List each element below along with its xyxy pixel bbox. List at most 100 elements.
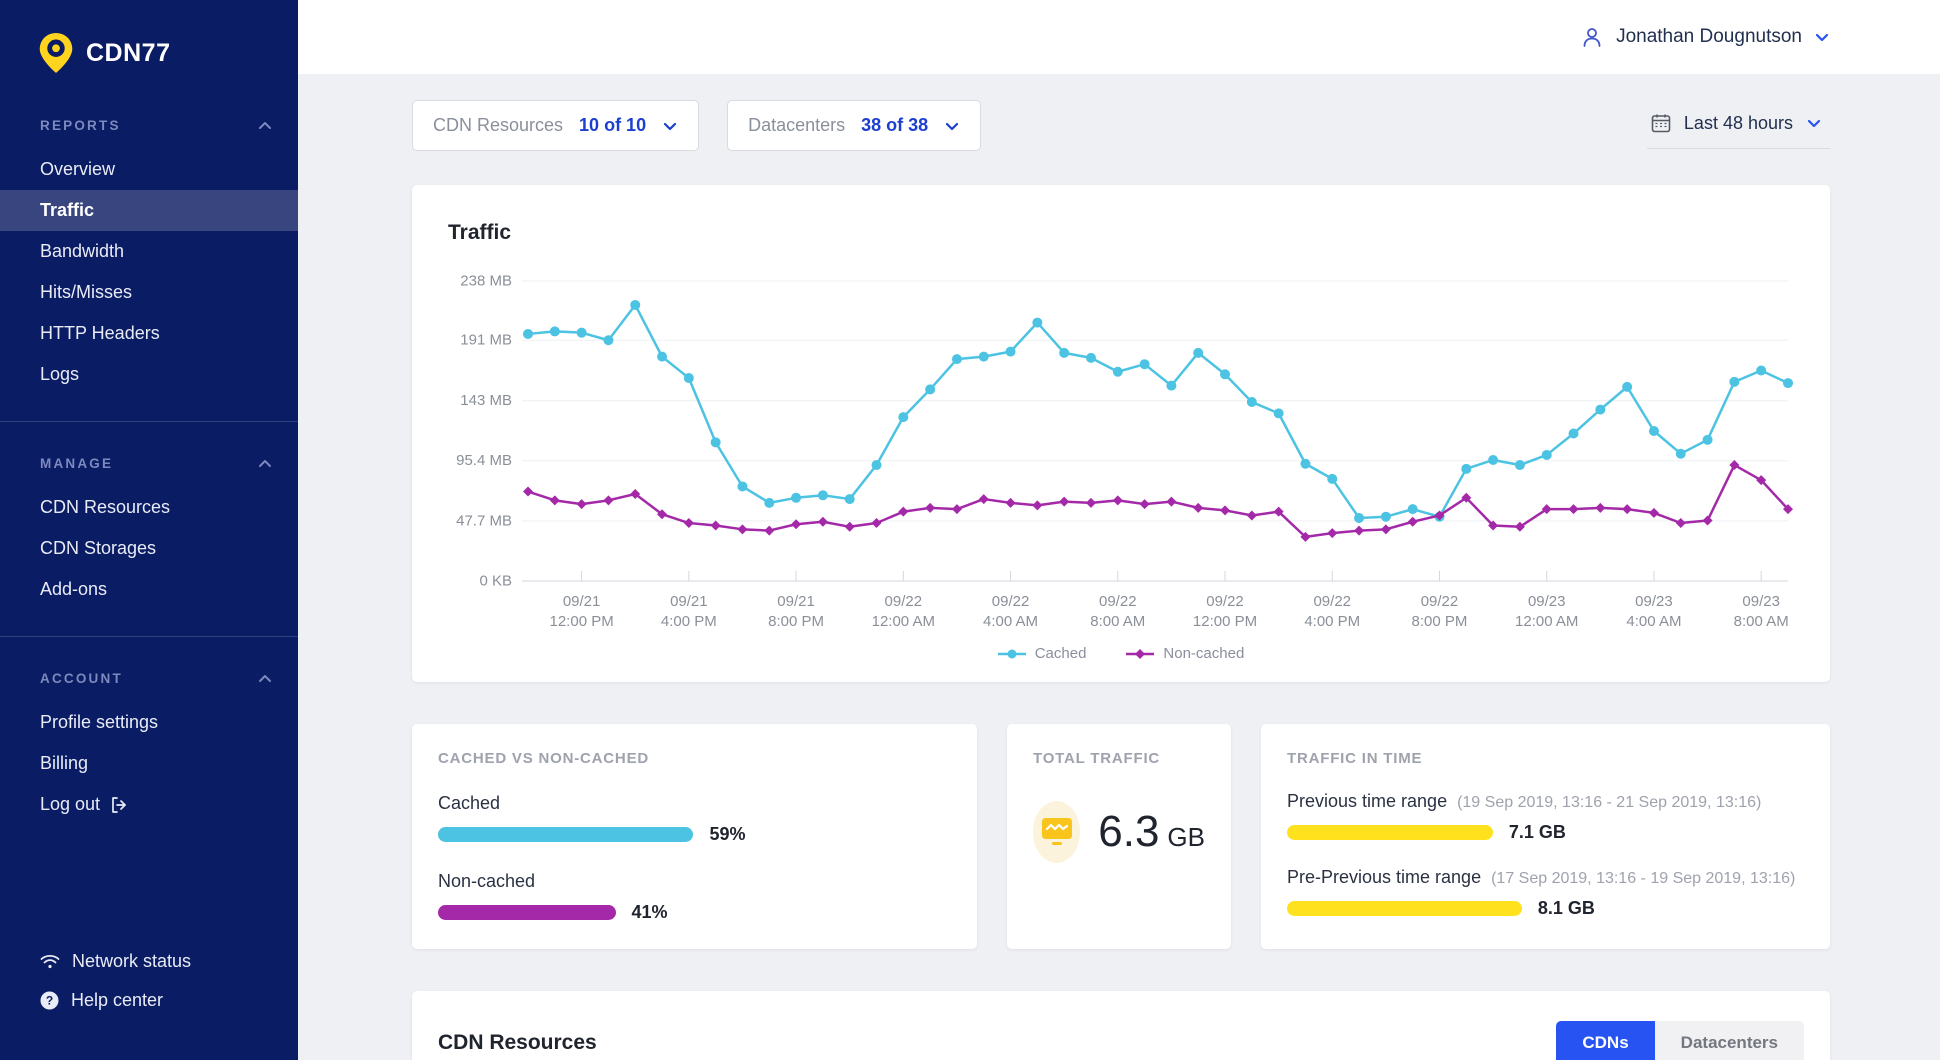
pre-previous-range-bar (1287, 901, 1522, 916)
cached-label: Cached (438, 793, 951, 814)
cached-bar (438, 827, 693, 842)
svg-text:09/22: 09/22 (885, 593, 923, 610)
legend-label: Cached (1035, 645, 1087, 662)
sidebar-item-label: Add-ons (40, 579, 107, 600)
traffic-chart[interactable]: 238 MB191 MB143 MB95.4 MB47.7 MB0 KB09/2… (448, 267, 1794, 639)
user-icon (1580, 25, 1604, 49)
total-traffic-unit: GB (1167, 822, 1205, 852)
sidebar-section-manage: MANAGE CDN Resources CDN Storages Add-on… (0, 456, 298, 637)
sidebar-item-label: Logs (40, 364, 79, 385)
sidebar-item-label: Billing (40, 753, 88, 774)
sidebar-item-log-out[interactable]: Log out (0, 784, 298, 825)
svg-text:143 MB: 143 MB (460, 392, 512, 409)
card-title: TOTAL TRAFFIC (1033, 750, 1205, 767)
legend-label: Non-cached (1163, 645, 1244, 662)
non-cached-series-swatch (1126, 648, 1154, 660)
svg-text:8:00 PM: 8:00 PM (768, 613, 824, 630)
top-header: Jonathan Dougnutson (298, 0, 1940, 74)
cdn-datacenter-toggle: CDNs Datacenters (1556, 1021, 1804, 1060)
sidebar-item-label: Log out (40, 794, 100, 815)
cdn-resources-card: CDN Resources CDNs Datacenters CDN LABEL… (412, 991, 1830, 1060)
legend-item-non-cached[interactable]: Non-cached (1126, 645, 1244, 662)
sidebar-item-label: CDN Resources (40, 497, 170, 518)
user-menu[interactable]: Jonathan Dougnutson (1580, 25, 1830, 49)
datacenters-toggle-button[interactable]: Datacenters (1655, 1021, 1804, 1060)
svg-text:09/22: 09/22 (1206, 593, 1244, 610)
svg-text:8:00 AM: 8:00 AM (1734, 613, 1789, 630)
section-label: REPORTS (40, 118, 121, 133)
cached-series-swatch (998, 649, 1026, 659)
svg-text:4:00 PM: 4:00 PM (1304, 613, 1360, 630)
previous-range-dates: (19 Sep 2019, 13:16 - 21 Sep 2019, 13:16… (1457, 794, 1761, 812)
legend-item-cached[interactable]: Cached (998, 645, 1087, 662)
sidebar-item-traffic[interactable]: Traffic (0, 190, 298, 231)
sidebar-item-billing[interactable]: Billing (0, 743, 298, 784)
footer-link-label: Network status (72, 951, 191, 972)
help-center-link[interactable]: ? Help center (40, 981, 298, 1020)
sidebar-item-label: Profile settings (40, 712, 158, 733)
brand-logo[interactable]: CDN77 (0, 0, 298, 84)
card-title: TRAFFIC IN TIME (1287, 750, 1804, 767)
sidebar-item-label: Traffic (40, 200, 94, 221)
cdn-resources-filter[interactable]: CDN Resources 10 of 10 (412, 100, 699, 151)
sidebar-item-overview[interactable]: Overview (0, 149, 298, 190)
filter-row: CDN Resources 10 of 10 Datacenters 38 of… (412, 100, 1830, 151)
sidebar-section-reports: REPORTS Overview Traffic Bandwidth Hits/… (0, 118, 298, 422)
sidebar-item-logs[interactable]: Logs (0, 354, 298, 395)
chevron-up-icon[interactable] (258, 457, 272, 471)
section-label: ACCOUNT (40, 671, 123, 686)
sidebar-item-cdn-storages[interactable]: CDN Storages (0, 528, 298, 569)
cached-percent: 59% (709, 824, 745, 845)
filter-label: Datacenters (748, 115, 845, 136)
total-traffic-value: 6.3 (1098, 807, 1159, 856)
sidebar-divider (0, 636, 298, 637)
time-range-label: Last 48 hours (1684, 113, 1793, 134)
stat-cards-row: CACHED VS NON-CACHED Cached 59% Non-cach… (412, 724, 1830, 949)
svg-text:47.7 MB: 47.7 MB (456, 512, 512, 529)
chevron-up-icon[interactable] (258, 672, 272, 686)
cdns-toggle-button[interactable]: CDNs (1556, 1021, 1654, 1060)
wifi-icon (40, 954, 60, 970)
sidebar-item-label: Overview (40, 159, 115, 180)
svg-text:09/21: 09/21 (777, 593, 815, 610)
sidebar-footer: Network status ? Help center (0, 942, 298, 1060)
chevron-up-icon[interactable] (258, 119, 272, 133)
chevron-down-icon (944, 118, 960, 134)
sidebar: CDN77 REPORTS Overview Traffic Bandwidth… (0, 0, 298, 1060)
traffic-in-time-card: TRAFFIC IN TIME Previous time range (19 … (1261, 724, 1830, 949)
noncached-label: Non-cached (438, 871, 951, 892)
filter-label: CDN Resources (433, 115, 563, 136)
sidebar-item-label: Hits/Misses (40, 282, 132, 303)
filter-value: 10 of 10 (579, 115, 646, 136)
time-range-selector[interactable]: Last 48 hours (1647, 103, 1830, 149)
svg-text:8:00 AM: 8:00 AM (1090, 613, 1145, 630)
svg-text:12:00 AM: 12:00 AM (872, 613, 935, 630)
user-name: Jonathan Dougnutson (1616, 26, 1802, 48)
sidebar-item-bandwidth[interactable]: Bandwidth (0, 231, 298, 272)
sidebar-item-profile-settings[interactable]: Profile settings (0, 702, 298, 743)
calendar-icon (1651, 113, 1671, 133)
sidebar-item-hits-misses[interactable]: Hits/Misses (0, 272, 298, 313)
brand-name: CDN77 (86, 39, 170, 68)
pre-previous-range-value: 8.1 GB (1538, 898, 1595, 919)
svg-text:191 MB: 191 MB (460, 332, 512, 349)
sidebar-item-http-headers[interactable]: HTTP Headers (0, 313, 298, 354)
svg-text:238 MB: 238 MB (460, 273, 512, 290)
traffic-chart-card: Traffic 238 MB191 MB143 MB95.4 MB47.7 MB… (412, 185, 1830, 682)
network-status-link[interactable]: Network status (40, 942, 298, 981)
svg-text:09/23: 09/23 (1528, 593, 1566, 610)
svg-text:09/21: 09/21 (563, 593, 601, 610)
map-pin-icon (38, 32, 74, 74)
sidebar-item-cdn-resources[interactable]: CDN Resources (0, 487, 298, 528)
main-area: Jonathan Dougnutson CDN Resources 10 of … (298, 0, 1940, 1060)
svg-text:09/22: 09/22 (1421, 593, 1459, 610)
svg-text:4:00 AM: 4:00 AM (983, 613, 1038, 630)
svg-text:09/22: 09/22 (992, 593, 1030, 610)
datacenters-filter[interactable]: Datacenters 38 of 38 (727, 100, 981, 151)
svg-text:09/22: 09/22 (1099, 593, 1137, 610)
svg-text:09/23: 09/23 (1635, 593, 1673, 610)
sidebar-item-add-ons[interactable]: Add-ons (0, 569, 298, 610)
pre-previous-range-dates: (17 Sep 2019, 13:16 - 19 Sep 2019, 13:16… (1491, 870, 1795, 888)
total-traffic-card: TOTAL TRAFFIC 6.3 GB (1007, 724, 1231, 949)
svg-text:09/21: 09/21 (670, 593, 708, 610)
